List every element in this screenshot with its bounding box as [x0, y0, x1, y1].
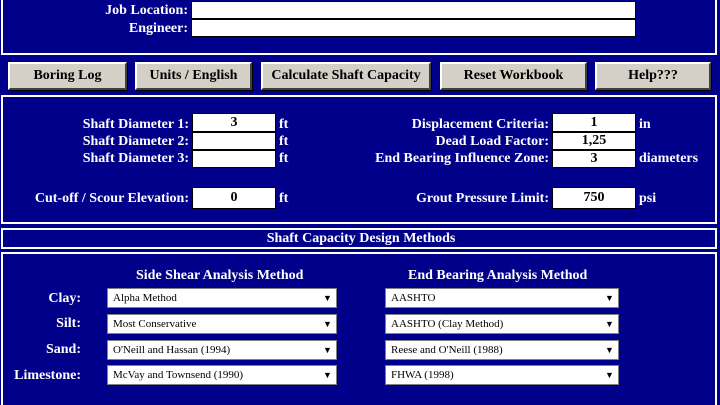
- engineer-label: Engineer:: [128, 21, 188, 36]
- end-bearing-clay-value: AASHTO: [391, 292, 436, 304]
- silt-label: Silt:: [56, 316, 81, 331]
- side-shear-sand-select[interactable]: O'Neill and Hassan (1994) ▼: [107, 340, 337, 360]
- limestone-label: Limestone:: [14, 368, 81, 383]
- reset-workbook-button[interactable]: Reset Workbook: [440, 62, 587, 90]
- chevron-down-icon[interactable]: ▼: [320, 342, 335, 358]
- chevron-down-icon[interactable]: ▼: [320, 316, 335, 332]
- dead-load-factor-field[interactable]: 1,25: [552, 132, 636, 150]
- shaft-diameter-1-label: Shaft Diameter 1:: [82, 117, 189, 132]
- side-shear-clay-value: Alpha Method: [113, 292, 177, 304]
- engineer-field[interactable]: [191, 19, 636, 37]
- grout-pressure-limit-unit: psi: [639, 191, 657, 206]
- shaft-diameter-2-label: Shaft Diameter 2:: [82, 134, 189, 149]
- shaft-diameter-3-unit: ft: [279, 151, 289, 166]
- side-shear-title: Side Shear Analysis Method: [136, 268, 304, 283]
- cutoff-elevation-field[interactable]: 0: [192, 187, 276, 209]
- shaft-diameter-3-label: Shaft Diameter 3:: [82, 151, 189, 166]
- calculate-shaft-capacity-button[interactable]: Calculate Shaft Capacity: [261, 62, 431, 90]
- job-location-field[interactable]: [191, 1, 636, 19]
- chevron-down-icon[interactable]: ▼: [602, 342, 617, 358]
- chevron-down-icon[interactable]: ▼: [602, 367, 617, 383]
- end-bearing-sand-select[interactable]: Reese and O'Neill (1988) ▼: [385, 340, 619, 360]
- methods-title-bar: Shaft Capacity Design Methods: [1, 228, 717, 249]
- end-bearing-influence-zone-label: End Bearing Influence Zone:: [375, 151, 549, 166]
- end-bearing-silt-select[interactable]: AASHTO (Clay Method) ▼: [385, 314, 619, 334]
- job-location-label: Job Location:: [105, 3, 188, 18]
- clay-label: Clay:: [48, 291, 81, 306]
- help-button[interactable]: Help???: [595, 62, 711, 90]
- chevron-down-icon[interactable]: ▼: [602, 290, 617, 306]
- side-shear-clay-select[interactable]: Alpha Method ▼: [107, 288, 337, 308]
- end-bearing-clay-select[interactable]: AASHTO ▼: [385, 288, 619, 308]
- shaft-diameter-3-field[interactable]: [192, 150, 276, 168]
- methods-section-title: Shaft Capacity Design Methods: [266, 231, 456, 246]
- side-shear-sand-value: O'Neill and Hassan (1994): [113, 344, 231, 356]
- chevron-down-icon[interactable]: ▼: [320, 367, 335, 383]
- cutoff-elevation-label: Cut-off / Scour Elevation:: [34, 191, 189, 206]
- cutoff-elevation-unit: ft: [279, 191, 289, 206]
- end-bearing-influence-zone-field[interactable]: 3: [552, 150, 636, 168]
- side-shear-silt-value: Most Conservative: [113, 318, 197, 330]
- chevron-down-icon[interactable]: ▼: [320, 290, 335, 306]
- dead-load-factor-label: Dead Load Factor:: [435, 134, 549, 149]
- side-shear-limestone-value: McVay and Townsend (1990): [113, 369, 244, 381]
- sand-label: Sand:: [45, 342, 81, 357]
- side-shear-limestone-select[interactable]: McVay and Townsend (1990) ▼: [107, 365, 337, 385]
- shaft-diameter-1-field[interactable]: 3: [192, 113, 276, 132]
- displacement-criteria-unit: in: [639, 117, 651, 132]
- grout-pressure-limit-field[interactable]: 750: [552, 187, 636, 209]
- side-shear-silt-select[interactable]: Most Conservative ▼: [107, 314, 337, 334]
- displacement-criteria-field[interactable]: 1: [552, 113, 636, 132]
- boring-log-button[interactable]: Boring Log: [8, 62, 127, 90]
- end-bearing-limestone-select[interactable]: FHWA (1998) ▼: [385, 365, 619, 385]
- chevron-down-icon[interactable]: ▼: [602, 316, 617, 332]
- shaft-diameter-2-unit: ft: [279, 134, 289, 149]
- units-button[interactable]: Units / English: [135, 62, 252, 90]
- end-bearing-silt-value: AASHTO (Clay Method): [391, 318, 504, 330]
- grout-pressure-limit-label: Grout Pressure Limit:: [416, 191, 549, 206]
- shaft-diameter-2-field[interactable]: [192, 132, 276, 150]
- shaft-diameter-1-unit: ft: [279, 117, 289, 132]
- end-bearing-sand-value: Reese and O'Neill (1988): [391, 344, 503, 356]
- end-bearing-title: End Bearing Analysis Method: [408, 268, 588, 283]
- end-bearing-influence-zone-unit: diameters: [639, 151, 699, 166]
- displacement-criteria-label: Displacement Criteria:: [411, 117, 549, 132]
- end-bearing-limestone-value: FHWA (1998): [391, 369, 454, 381]
